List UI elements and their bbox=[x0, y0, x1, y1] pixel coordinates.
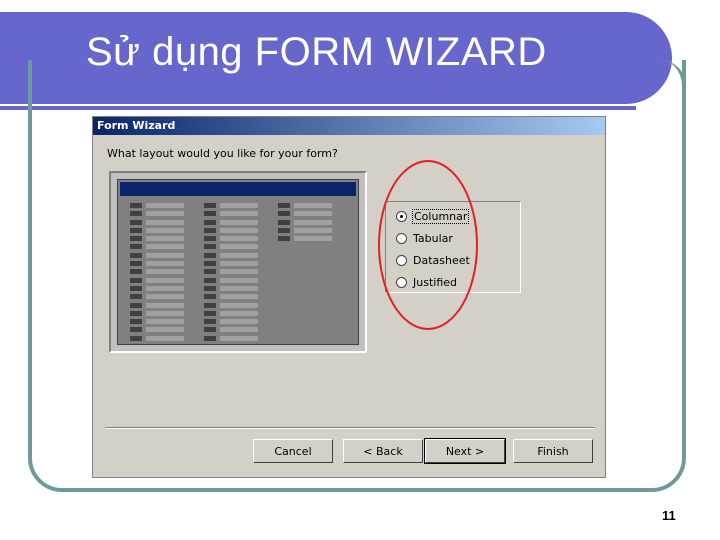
preview-label-bar bbox=[204, 285, 216, 291]
form-wizard-dialog: Form Wizard What layout would you like f… bbox=[92, 116, 606, 478]
preview-field-bar bbox=[146, 269, 184, 275]
preview-field-bar bbox=[146, 310, 184, 316]
preview-canvas bbox=[117, 179, 359, 345]
preview-label-bar bbox=[204, 335, 216, 341]
preview-field-bar bbox=[220, 261, 258, 267]
preview-label-bar bbox=[204, 310, 216, 316]
preview-label-bar bbox=[130, 219, 142, 225]
preview-label-bar bbox=[130, 319, 142, 325]
preview-field-bar bbox=[146, 203, 184, 208]
preview-label-bar bbox=[130, 236, 142, 242]
preview-label-bar bbox=[278, 227, 290, 233]
preview-label-bar bbox=[130, 211, 142, 217]
preview-field-bar bbox=[220, 327, 258, 333]
preview-label-bar bbox=[278, 219, 290, 225]
finish-button[interactable]: Finish bbox=[513, 439, 593, 463]
highlight-circle bbox=[378, 160, 478, 330]
preview-field-bar bbox=[146, 211, 184, 217]
preview-label-bar bbox=[130, 302, 142, 308]
preview-label-bar bbox=[204, 236, 216, 242]
preview-label-bar bbox=[278, 211, 290, 217]
layout-preview bbox=[109, 171, 367, 353]
preview-label-bar bbox=[204, 252, 216, 258]
preview-field-bar bbox=[146, 261, 184, 267]
preview-field-bar bbox=[220, 310, 258, 316]
preview-label-bar bbox=[130, 227, 142, 233]
preview-label-bar bbox=[130, 203, 142, 208]
preview-field-bar bbox=[146, 236, 184, 242]
preview-label-bar bbox=[130, 335, 142, 341]
preview-field-bar bbox=[220, 285, 258, 291]
preview-label-bar bbox=[204, 327, 216, 333]
preview-label-bar bbox=[130, 252, 142, 258]
preview-label-bar bbox=[130, 244, 142, 250]
preview-field-bar bbox=[220, 211, 258, 217]
preview-label-bar bbox=[204, 277, 216, 283]
preview-field-bar bbox=[146, 227, 184, 233]
preview-label-bar bbox=[278, 203, 290, 208]
preview-label-bar bbox=[130, 294, 142, 300]
preview-field-bar bbox=[146, 294, 184, 300]
preview-field-bar bbox=[146, 335, 184, 341]
preview-label-bar bbox=[130, 285, 142, 291]
preview-header-bar bbox=[120, 182, 356, 196]
preview-field-bar bbox=[220, 335, 258, 341]
preview-label-bar bbox=[130, 269, 142, 275]
preview-field-bar bbox=[146, 319, 184, 325]
back-button[interactable]: < Back bbox=[343, 439, 423, 463]
preview-label-bar bbox=[204, 244, 216, 250]
preview-field-bar bbox=[220, 227, 258, 233]
preview-field-bar bbox=[220, 277, 258, 283]
layout-question: What layout would you like for your form… bbox=[107, 147, 338, 160]
preview-label-bar bbox=[130, 327, 142, 333]
preview-field-bar bbox=[146, 277, 184, 283]
preview-label-bar bbox=[204, 211, 216, 217]
preview-field-bar bbox=[146, 252, 184, 258]
preview-field-bar bbox=[220, 269, 258, 275]
preview-field-bar bbox=[220, 319, 258, 325]
preview-label-bar bbox=[204, 261, 216, 267]
preview-field-bar bbox=[294, 236, 332, 242]
preview-field-bar bbox=[220, 294, 258, 300]
button-divider bbox=[105, 427, 595, 429]
page-number: 11 bbox=[662, 508, 676, 523]
preview-field-bar bbox=[294, 219, 332, 225]
preview-label-bar bbox=[204, 203, 216, 208]
preview-label-bar bbox=[130, 261, 142, 267]
preview-label-bar bbox=[204, 294, 216, 300]
preview-field-bar bbox=[146, 327, 184, 333]
preview-field-bar bbox=[146, 219, 184, 225]
preview-label-bar bbox=[278, 236, 290, 242]
preview-label-bar bbox=[204, 219, 216, 225]
preview-field-bar bbox=[220, 244, 258, 250]
cancel-button[interactable]: Cancel bbox=[253, 439, 333, 463]
preview-field-bar bbox=[146, 302, 184, 308]
preview-field-bar bbox=[220, 203, 258, 208]
preview-label-bar bbox=[204, 302, 216, 308]
preview-field-bar bbox=[146, 285, 184, 291]
preview-field-bar bbox=[220, 302, 258, 308]
preview-label-bar bbox=[204, 269, 216, 275]
preview-field-bar bbox=[294, 211, 332, 217]
preview-field-bar bbox=[220, 236, 258, 242]
preview-field-bar bbox=[146, 244, 184, 250]
preview-field-bar bbox=[294, 203, 332, 208]
dialog-titlebar: Form Wizard bbox=[93, 117, 605, 135]
preview-label-bar bbox=[204, 319, 216, 325]
preview-label-bar bbox=[204, 227, 216, 233]
preview-field-bar bbox=[294, 227, 332, 233]
preview-label-bar bbox=[130, 277, 142, 283]
preview-label-bar bbox=[130, 310, 142, 316]
next-button[interactable]: Next > bbox=[424, 438, 506, 464]
preview-field-bar bbox=[220, 219, 258, 225]
preview-field-bar bbox=[220, 252, 258, 258]
